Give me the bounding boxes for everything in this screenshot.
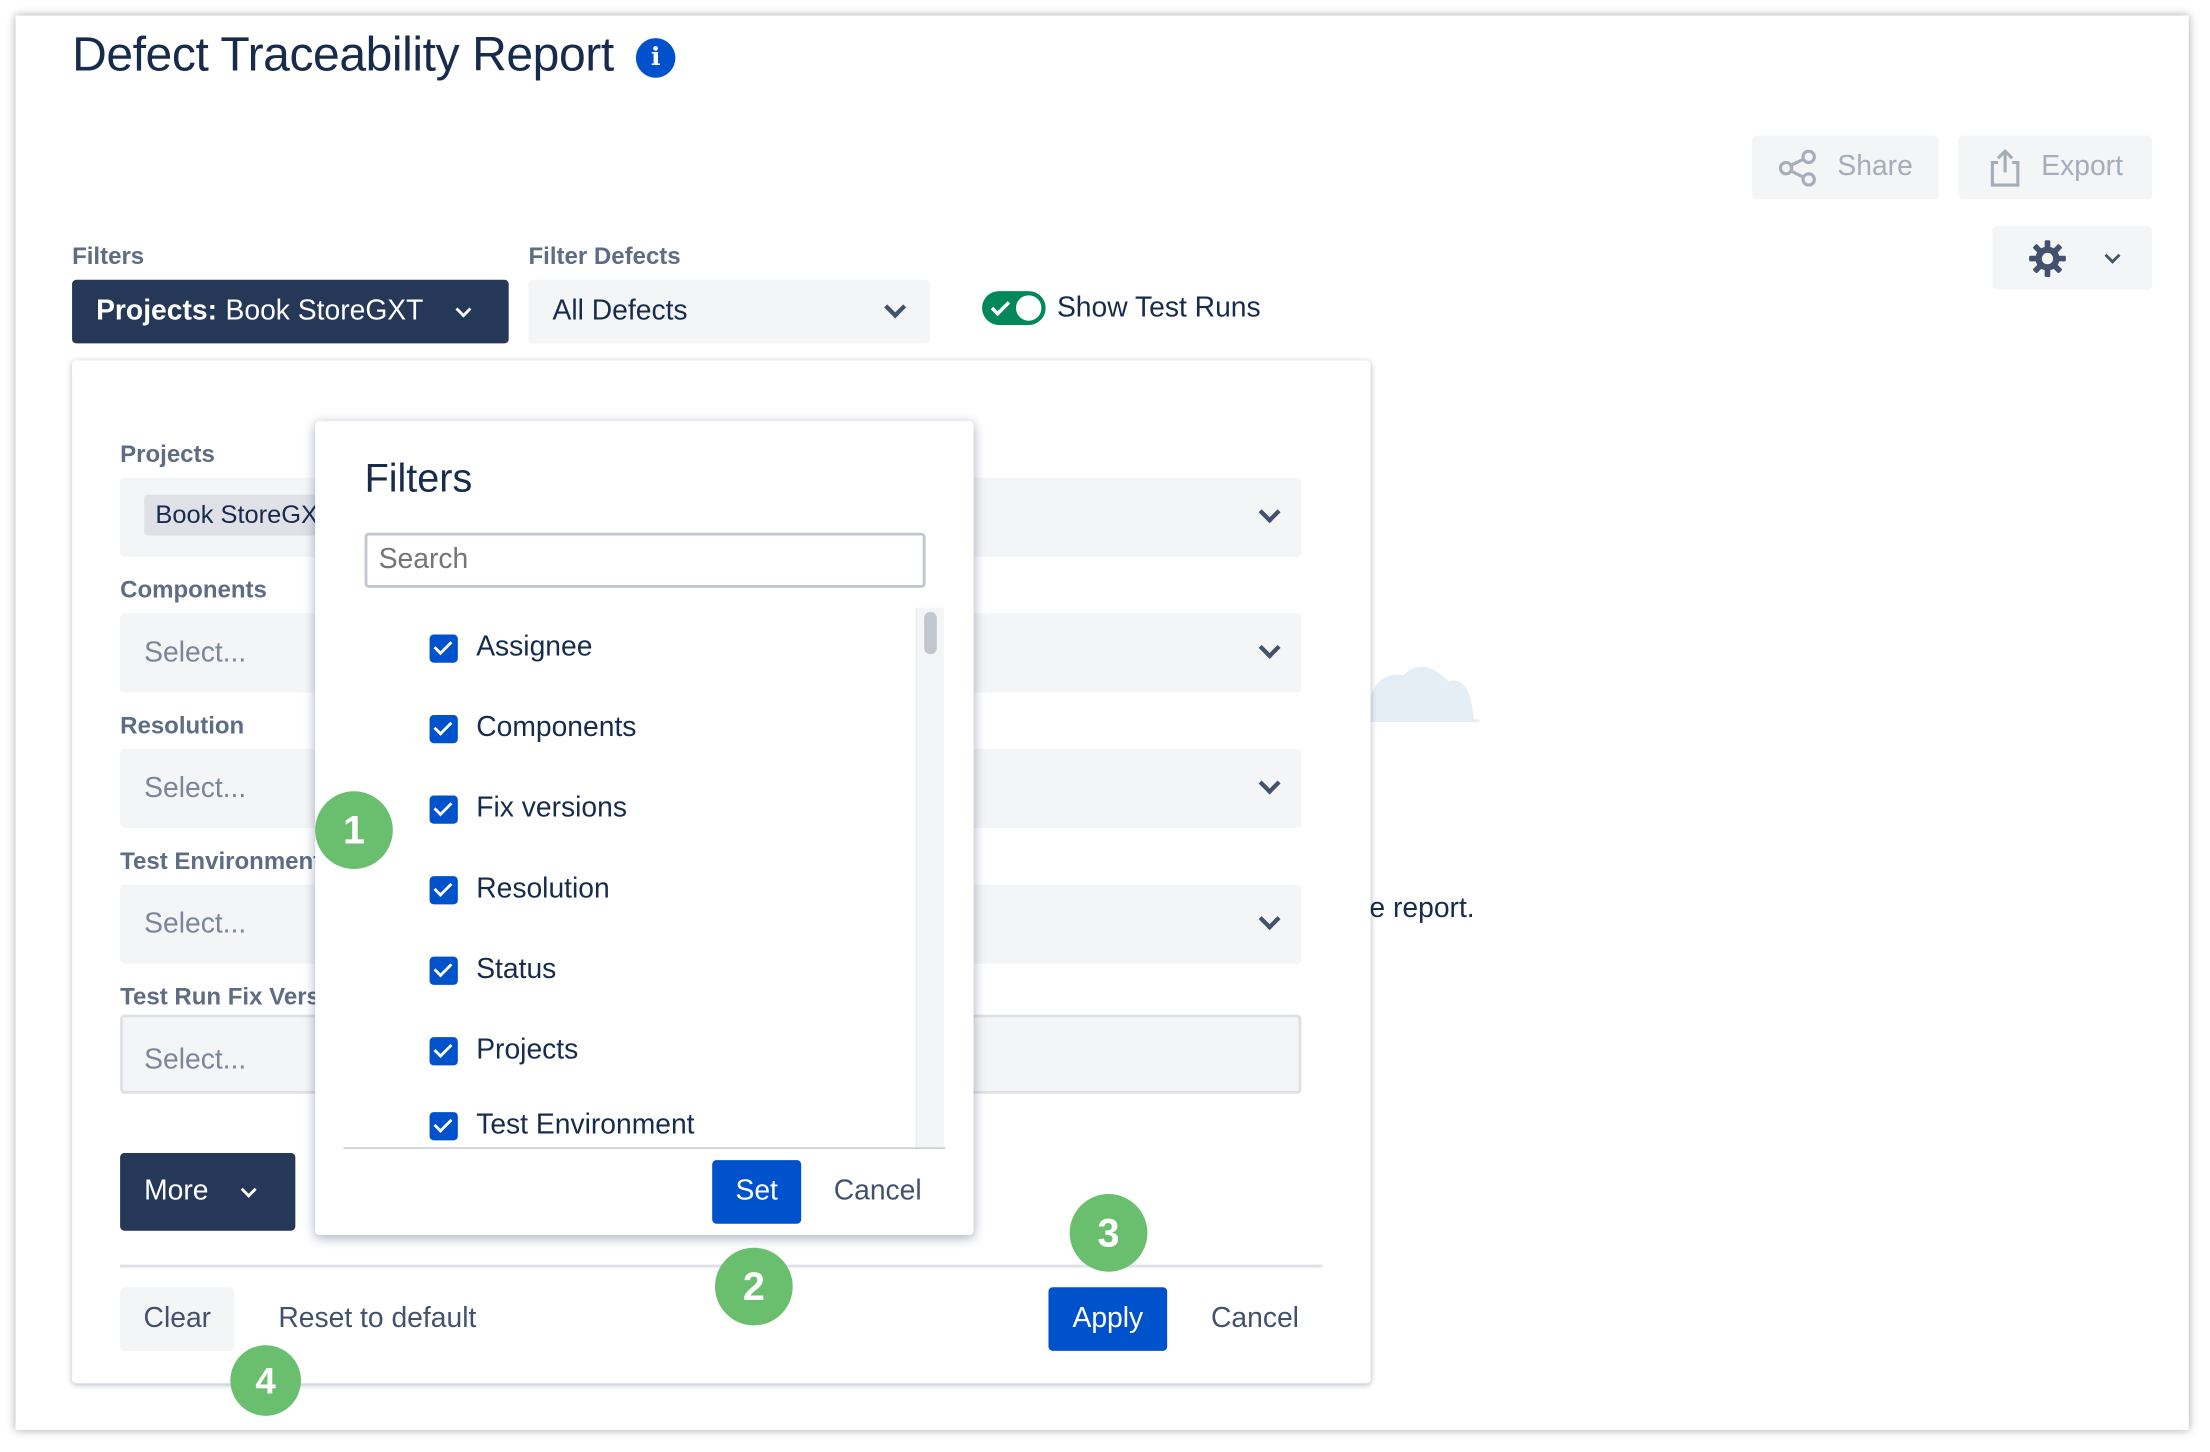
test-environment-field-label: Test Environment (120, 847, 322, 875)
export-label: Export (2041, 151, 2123, 183)
scrollbar-thumb[interactable] (924, 611, 937, 655)
option-test-environment[interactable]: Test Environment (429, 1109, 695, 1141)
option-resolution[interactable]: Resolution (429, 873, 610, 905)
option-label: Components (476, 712, 637, 744)
projects-filter-value: Book StoreGXT (225, 295, 424, 327)
show-test-runs-toggle[interactable] (982, 291, 1046, 325)
export-icon (1990, 148, 2019, 186)
share-icon (1779, 149, 1817, 186)
option-label: Projects (476, 1034, 579, 1066)
check-icon (990, 301, 1011, 317)
info-icon[interactable]: i (635, 38, 676, 78)
share-label: Share (1837, 151, 1913, 183)
chevron-down-icon (1258, 636, 1281, 659)
filter-defects-select[interactable]: All Defects (528, 279, 930, 344)
checkbox[interactable] (429, 633, 458, 663)
option-label: Assignee (476, 631, 593, 663)
callout-badge-3: 3 (1069, 1194, 1148, 1272)
checkbox[interactable] (429, 1111, 458, 1140)
filters-popup: Filters Assignee Components Fix versions… (315, 421, 974, 1235)
projects-field-label: Projects (120, 440, 215, 468)
callout-badge-2: 2 (714, 1247, 793, 1326)
checkbox[interactable] (429, 794, 458, 824)
checkbox[interactable] (429, 955, 458, 985)
option-label: Status (476, 953, 557, 985)
chevron-down-icon (454, 300, 471, 317)
callout-badge-4: 4 (230, 1345, 301, 1416)
filter-defects-label: Filter Defects (528, 243, 681, 270)
components-placeholder: Select... (144, 637, 247, 669)
empty-state-text: he report. (1353, 893, 1475, 925)
popup-scrollbar[interactable] (915, 607, 944, 1149)
filter-defects-value: All Defects (552, 295, 688, 327)
projects-filter-button[interactable]: Projects: Book StoreGXT (72, 279, 509, 344)
more-label: More (144, 1175, 209, 1207)
test-environment-placeholder: Select... (144, 908, 247, 940)
test-run-fix-version-placeholder: Select... (144, 1044, 247, 1076)
toggle-knob (1015, 295, 1042, 321)
option-label: Test Environment (476, 1109, 695, 1141)
clear-button[interactable]: Clear (120, 1287, 235, 1351)
chevron-down-icon (240, 1181, 257, 1198)
panel-cancel-button[interactable]: Cancel (1211, 1303, 1299, 1336)
popup-cancel-button[interactable]: Cancel (834, 1176, 922, 1209)
option-status[interactable]: Status (429, 953, 557, 986)
checkbox[interactable] (429, 1036, 458, 1065)
checkbox[interactable] (429, 875, 458, 904)
option-label: Fix versions (476, 792, 627, 824)
chevron-down-icon (884, 296, 907, 319)
projects-filter-prefix: Projects: (96, 295, 218, 327)
chevron-down-icon (1258, 772, 1281, 795)
reset-to-default-button[interactable]: Reset to default (278, 1303, 476, 1336)
popup-options-list: Assignee Components Fix versions Resolut… (343, 607, 945, 1149)
gear-icon (2028, 239, 2066, 277)
components-field-label: Components (120, 576, 267, 604)
popup-divider (343, 1147, 946, 1149)
apply-button[interactable]: Apply (1048, 1287, 1168, 1351)
page-title: Defect Traceability Report (72, 28, 614, 82)
filters-label: Filters (72, 243, 145, 270)
settings-button[interactable] (1992, 226, 2153, 290)
show-test-runs-label: Show Test Runs (1056, 292, 1261, 324)
chevron-down-icon (1258, 501, 1281, 524)
popup-search-input[interactable] (364, 532, 926, 588)
set-button[interactable]: Set (712, 1160, 802, 1224)
option-fix-versions[interactable]: Fix versions (429, 792, 627, 825)
share-button[interactable]: Share (1752, 135, 1939, 200)
option-label: Resolution (476, 873, 610, 905)
export-button[interactable]: Export (1958, 135, 2153, 200)
option-projects[interactable]: Projects (429, 1034, 579, 1066)
more-button[interactable]: More (120, 1153, 296, 1231)
chevron-down-icon (2103, 247, 2120, 264)
option-assignee[interactable]: Assignee (429, 631, 593, 664)
popup-title: Filters (364, 456, 473, 501)
callout-badge-1: 1 (315, 791, 393, 870)
option-components[interactable]: Components (429, 712, 637, 744)
chevron-down-icon (1258, 908, 1281, 931)
checkbox[interactable] (429, 714, 458, 743)
resolution-placeholder: Select... (144, 772, 247, 805)
resolution-field-label: Resolution (120, 712, 245, 740)
